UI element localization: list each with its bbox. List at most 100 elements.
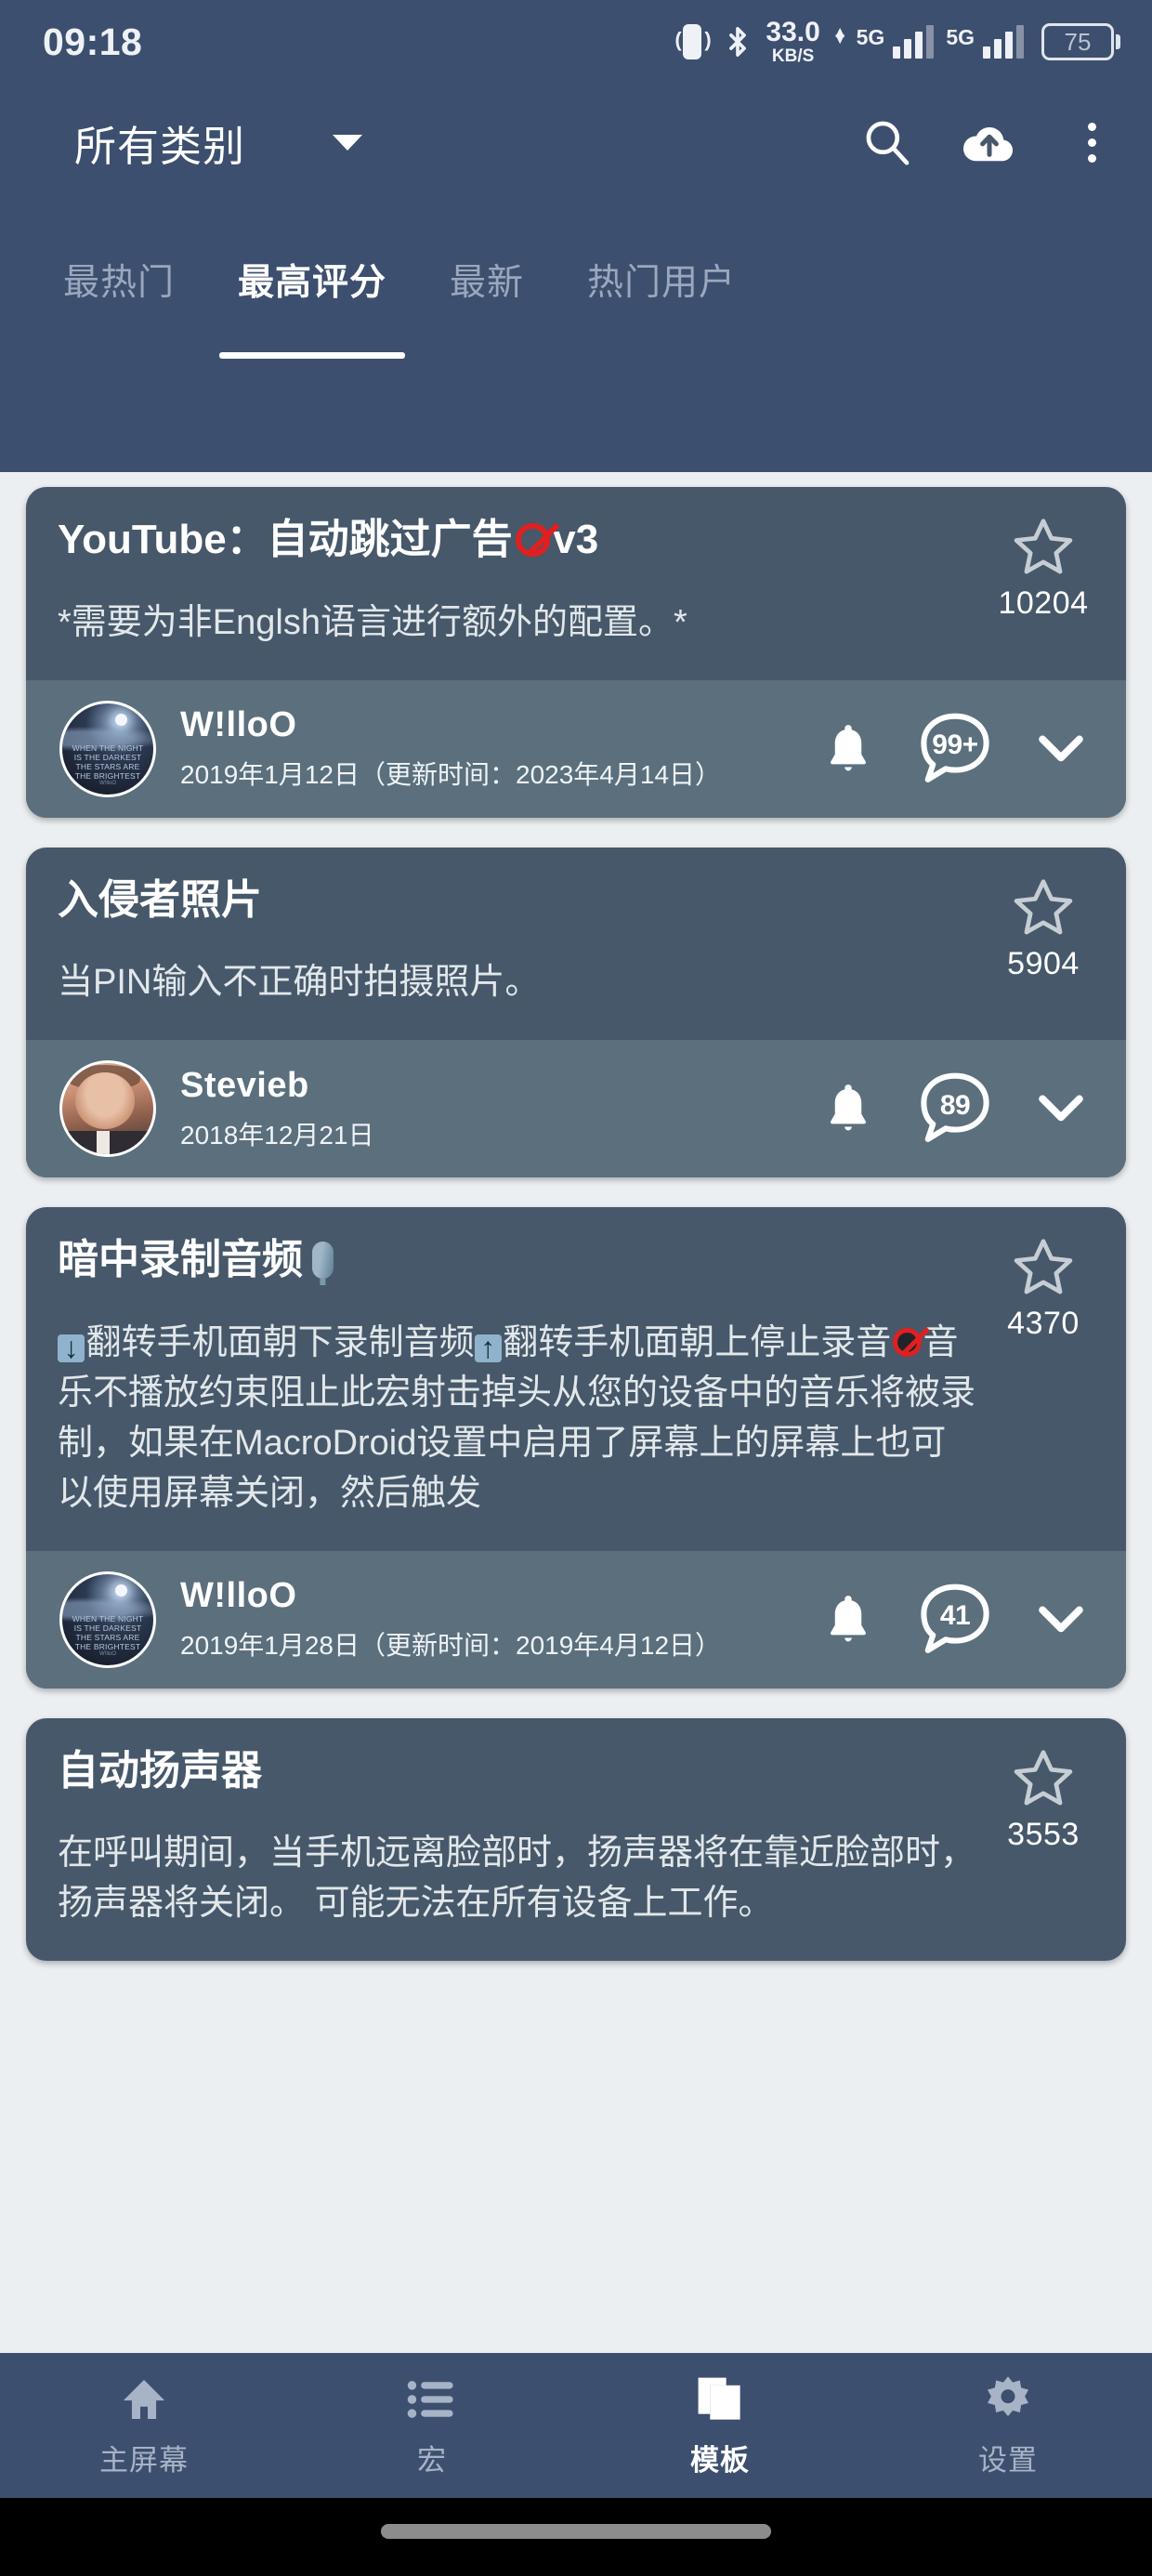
microphone-emoji xyxy=(311,1241,334,1280)
nav-label-macros: 宏 xyxy=(417,2443,447,2477)
phone-screen: 09:18 ( ) 33.0 KB/S ▲ ▼ 5G 5G 75 所有类别 最热… xyxy=(0,0,1152,2576)
sim2-network-label: 5G xyxy=(946,25,975,49)
author-name[interactable]: Stevieb xyxy=(180,1066,797,1106)
chevron-down-icon[interactable] xyxy=(333,134,363,151)
chevron-down-icon[interactable] xyxy=(1035,730,1087,768)
bell-icon[interactable] xyxy=(821,1079,875,1138)
template-title-text: YouTube：自动跳过广告 xyxy=(58,517,513,562)
template-description: *需要为非Englsh语言进行额外的配置。* xyxy=(58,602,687,642)
card-actions: 89 xyxy=(821,1070,1093,1148)
bluetooth-icon xyxy=(722,16,753,68)
tab-most-popular[interactable]: 最热门 xyxy=(32,201,206,359)
desc-seg-1: 翻转手机面朝下录制音频 xyxy=(85,1322,475,1362)
rating-count: 3553 xyxy=(1007,1816,1080,1852)
gesture-navigation-bar xyxy=(0,2498,1152,2576)
list-icon xyxy=(406,2373,458,2425)
template-title-text: 暗中录制音频 xyxy=(58,1237,303,1283)
avatar[interactable]: WHEN THE NIGHT IS THE DARKEST THE STARS AR… xyxy=(59,700,156,797)
status-bar: 09:18 ( ) 33.0 KB/S ▲ ▼ 5G 5G 75 xyxy=(0,0,1152,84)
template-card[interactable]: YouTube：自动跳过广告 v3 *需要为非Englsh语言进行额外的配置。*… xyxy=(26,487,1126,818)
author-name[interactable]: W!lloO xyxy=(180,705,797,745)
tab-top-rated[interactable]: 最高评分 xyxy=(206,201,418,359)
template-author-row[interactable]: WHEN THE NIGHT IS THE DARKEST THE STARS AR… xyxy=(26,1550,1126,1689)
nav-item-macros[interactable]: 宏 xyxy=(288,2373,576,2478)
bottom-navigation: 主屏幕 宏 模板 设置 xyxy=(0,2353,1152,2498)
home-icon xyxy=(118,2373,170,2425)
status-clock: 09:18 xyxy=(43,20,143,63)
nav-item-home[interactable]: 主屏幕 xyxy=(0,2373,288,2478)
author-date: 2018年12月21日 xyxy=(180,1120,374,1150)
author-date: 2019年1月12日（更新时间：2023年4月14日） xyxy=(180,760,722,790)
template-card-body: 自动扬声器 在呼叫期间，当手机远离脸部时，扬声器将在靠近脸部时，扬声器将关闭。 … xyxy=(26,1718,1126,1962)
card-actions: 41 xyxy=(821,1581,1093,1659)
category-selector-label[interactable]: 所有类别 xyxy=(74,112,245,173)
data-transfer-icon: ▲ ▼ xyxy=(831,23,848,47)
rating-count: 4370 xyxy=(1007,1306,1080,1342)
nav-item-settings[interactable]: 设置 xyxy=(864,2373,1152,2478)
author-name[interactable]: W!lloO xyxy=(180,1576,797,1616)
battery-level: 75 xyxy=(1064,27,1092,56)
network-speed-unit: KB/S xyxy=(771,46,815,66)
template-rating[interactable]: 3553 xyxy=(992,1746,1094,1930)
template-card-body: 入侵者照片 当PIN输入不正确时拍摄照片。 5904 xyxy=(26,848,1126,1041)
comment-bubble-icon[interactable]: 89 xyxy=(914,1070,996,1148)
template-title-text: 入侵者照片 xyxy=(58,876,262,923)
nav-label-templates: 模板 xyxy=(690,2443,750,2477)
no-sound-emoji xyxy=(892,1327,922,1357)
comment-bubble-icon[interactable]: 99+ xyxy=(914,710,996,788)
status-icons: ( ) 33.0 KB/S ▲ ▼ 5G 5G 75 xyxy=(674,16,1120,68)
avatar[interactable] xyxy=(59,1060,156,1158)
star-outline-icon[interactable] xyxy=(1009,875,1078,940)
template-card[interactable]: 自动扬声器 在呼叫期间，当手机远离脸部时，扬声器将在靠近脸部时，扬声器将关闭。 … xyxy=(26,1717,1126,1962)
author-date: 2019年1月28日（更新时间：2019年4月12日） xyxy=(180,1631,722,1661)
rating-count: 10204 xyxy=(998,585,1089,621)
star-outline-icon[interactable] xyxy=(1009,1235,1078,1300)
template-list[interactable]: YouTube：自动跳过广告 v3 *需要为非Englsh语言进行额外的配置。*… xyxy=(0,472,1152,2353)
bell-icon[interactable] xyxy=(821,719,875,779)
arrow-up-emoji: ↑ xyxy=(474,1333,502,1363)
template-card[interactable]: 入侵者照片 当PIN输入不正确时拍摄照片。 5904 Stevieb 2018年… xyxy=(26,847,1126,1178)
star-outline-icon[interactable] xyxy=(1009,1746,1078,1811)
template-rating[interactable]: 10204 xyxy=(992,515,1094,649)
no-entry-emoji xyxy=(516,522,550,557)
search-icon[interactable] xyxy=(858,113,916,171)
app-toolbar: 所有类别 xyxy=(0,84,1152,201)
network-speed-indicator: 33.0 KB/S xyxy=(766,16,819,68)
arrow-down-emoji: ↓ xyxy=(58,1333,85,1363)
template-title: 入侵者照片 xyxy=(58,875,979,926)
gesture-pill[interactable] xyxy=(381,2524,771,2539)
template-rating[interactable]: 5904 xyxy=(992,875,1094,1009)
tab-popular-users[interactable]: 热门用户 xyxy=(556,201,767,359)
template-card-body: 暗中录制音频 ↓ 翻转手机面朝下录制音频 ↑ 翻转手机面朝上停止录音 音乐不播放约束阻止… xyxy=(26,1207,1126,1550)
tab-bar: 最热门 最高评分 最新 热门用户 xyxy=(0,201,1152,472)
template-card[interactable]: 暗中录制音频 ↓ 翻转手机面朝下录制音频 ↑ 翻转手机面朝上停止录音 音乐不播放约束阻止… xyxy=(26,1207,1126,1689)
sim1-signal-icon: ▲ ▼ 5G xyxy=(832,16,935,68)
template-card-body: YouTube：自动跳过广告 v3 *需要为非Englsh语言进行额外的配置。*… xyxy=(26,487,1126,680)
comment-count: 89 xyxy=(939,1089,971,1121)
more-vertical-icon[interactable] xyxy=(1063,113,1120,171)
template-author-row[interactable]: WHEN THE NIGHT IS THE DARKEST THE STARS AR… xyxy=(26,679,1126,818)
tab-newest[interactable]: 最新 xyxy=(418,201,556,359)
template-rating[interactable]: 4370 xyxy=(992,1235,1094,1518)
avatar[interactable]: WHEN THE NIGHT IS THE DARKEST THE STARS AR… xyxy=(59,1571,156,1668)
template-description: ↓ 翻转手机面朝下录制音频 ↑ 翻转手机面朝上停止录音 音乐不播放约束阻止此宏射击掉头从… xyxy=(58,1319,979,1519)
star-outline-icon[interactable] xyxy=(1009,515,1078,580)
templates-icon xyxy=(693,2373,747,2425)
vibrate-icon: ( ) xyxy=(674,16,712,68)
toolbar-actions xyxy=(858,113,1120,171)
template-title: 暗中录制音频 xyxy=(58,1235,979,1285)
author-meta: Stevieb 2018年12月21日 xyxy=(180,1066,797,1152)
comment-bubble-icon[interactable]: 41 xyxy=(914,1581,996,1659)
template-title-text: 自动扬声器 xyxy=(58,1747,262,1794)
chevron-down-icon[interactable] xyxy=(1035,1090,1087,1127)
template-title-suffix: v3 xyxy=(553,517,599,562)
rating-count: 5904 xyxy=(1007,945,1080,981)
template-description: 当PIN输入不正确时拍摄照片。 xyxy=(58,963,541,1003)
comment-count: 41 xyxy=(939,1600,971,1632)
cloud-upload-icon[interactable] xyxy=(961,113,1018,171)
nav-item-templates[interactable]: 模板 xyxy=(576,2373,864,2478)
template-author-row[interactable]: Stevieb 2018年12月21日 89 xyxy=(26,1040,1126,1178)
desc-seg-2: 翻转手机面朝上停止录音 xyxy=(503,1322,892,1362)
chevron-down-icon[interactable] xyxy=(1035,1601,1087,1638)
bell-icon[interactable] xyxy=(821,1590,875,1649)
